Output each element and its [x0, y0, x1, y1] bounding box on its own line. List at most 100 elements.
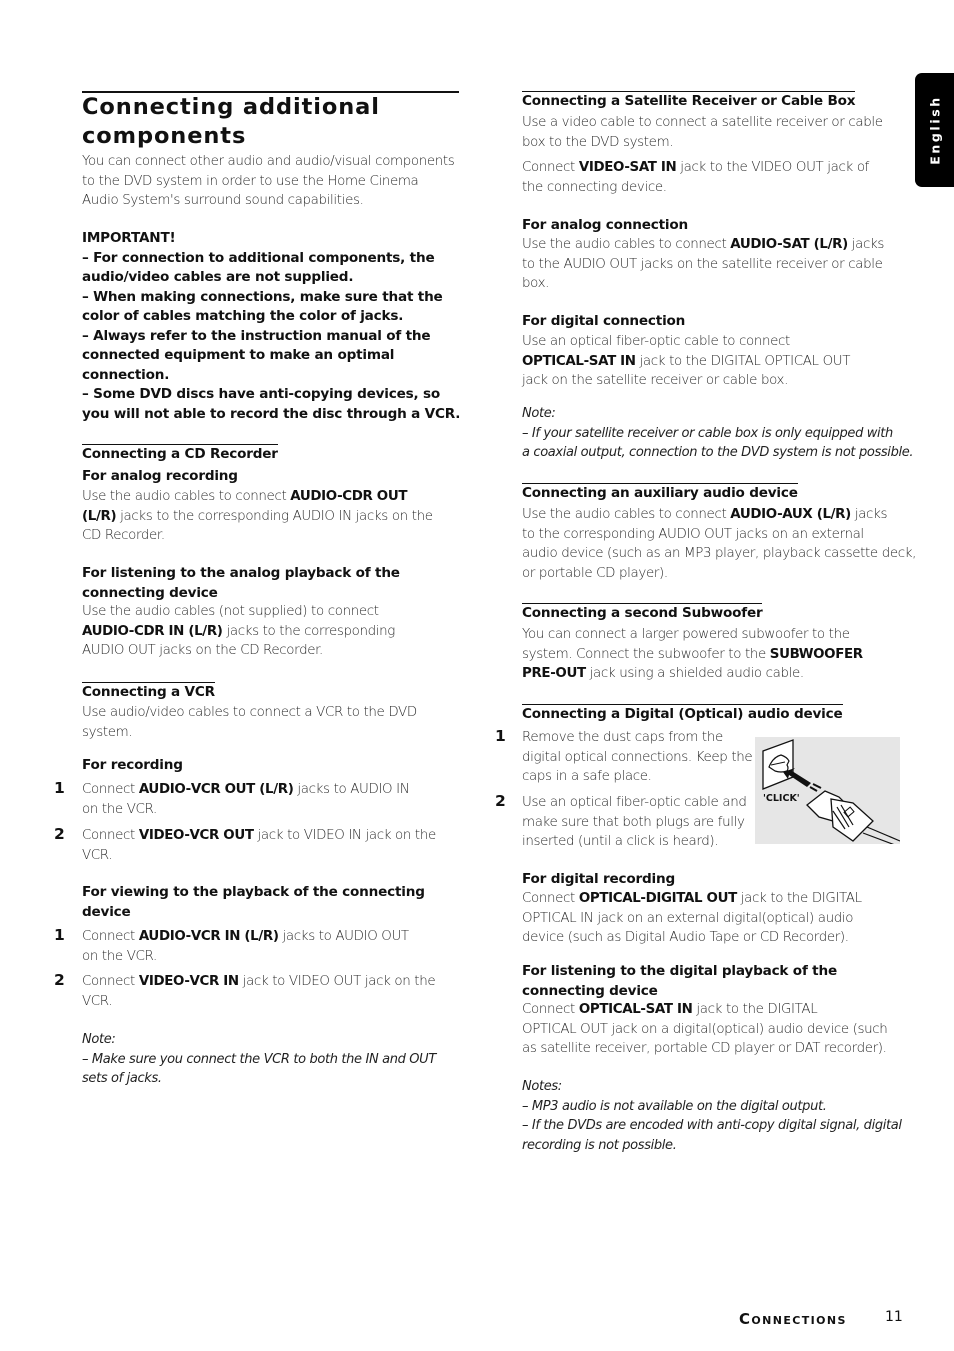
subheading-digital-recording: For digital recording: [522, 871, 675, 887]
satellite-analog: Use the audio cables to connect AUDIO-SA…: [522, 235, 884, 294]
important-line: you will not able to record the disc thr…: [82, 405, 461, 422]
jack-prefix: AUDIO-: [730, 237, 783, 252]
section-heading-cd-recorder: Connecting a CD Recorder: [82, 444, 278, 462]
subheading-digital-connection: For digital connection: [522, 313, 686, 329]
jack-prefix: AUDIO-: [138, 929, 191, 944]
jack-prefix: AUDIO-: [730, 507, 783, 522]
text: Remove the dust caps from the: [522, 730, 723, 745]
important-line: color of cables matching the color of ja…: [82, 308, 404, 324]
jack-prefix: VIDEO-: [578, 160, 630, 175]
important-line: connection.: [82, 366, 170, 383]
important-line: audio/video cables are not supplied.: [82, 269, 354, 285]
vcr-rec-step-1: Connect AUDIO-VCR OUT (L/R) jacks to AUD…: [82, 780, 410, 819]
vcr-intro: Use audio/video cables to connect a VCR …: [82, 703, 417, 742]
text: caps in a safe place.: [522, 769, 652, 784]
text: Use audio/video cables to connect a VCR …: [82, 705, 417, 720]
text: Connect: [522, 160, 579, 175]
text: VCR.: [82, 847, 113, 863]
text: digital optical connections. Keep the: [522, 749, 753, 765]
text: the connecting device.: [522, 179, 667, 195]
text: on the VCR.: [82, 801, 157, 817]
text: For listening to the analog playback of …: [82, 565, 400, 581]
important-line: connected equipment to make an optimal: [82, 347, 395, 363]
satellite-note: Note: – If your satellite receiver or ca…: [522, 404, 914, 463]
section-heading-subwoofer: Connecting a second Subwoofer: [522, 603, 763, 621]
note-label: Note:: [522, 406, 556, 421]
important-label: IMPORTANT!: [82, 230, 176, 246]
cd-listen-paragraph: Use the audio cables (not supplied) to c…: [82, 602, 395, 661]
click-label: 'CLICK': [763, 793, 800, 804]
text: system.: [82, 724, 133, 740]
satellite-digital: Use an optical fiber-optic cable to conn…: [522, 332, 850, 391]
optical-rec-paragraph: Connect OPTICAL-DIGITAL OUT jack to the …: [522, 889, 862, 948]
language-tab-label: English: [927, 95, 942, 165]
text: Connect: [522, 1002, 579, 1017]
step-number: 2: [54, 971, 65, 989]
subheading-analog-connection: For analog connection: [522, 217, 689, 233]
optical-plug-icon: [762, 739, 901, 846]
jack-name: SAT IN: [645, 1002, 693, 1017]
jack-name: DIGITAL OUT: [645, 891, 738, 906]
cd-recorder-section: Connecting a CD Recorder: [82, 443, 278, 463]
text: – If your satellite receiver or cable bo…: [522, 425, 893, 441]
text: jacks: [847, 237, 885, 252]
text: device (such as Digital Audio Tape or CD…: [522, 930, 849, 945]
optical-notes: Notes: – MP3 audio is not available on t…: [522, 1077, 902, 1155]
jack-prefix: OPTICAL-: [578, 1002, 646, 1017]
subheading-listening-analog: For listening to the analog playback of …: [82, 564, 400, 603]
text: jack on the satellite receiver or cable …: [522, 373, 789, 388]
text: Use an optical fiber-optic cable to conn…: [522, 334, 790, 349]
subheading-viewing-playback: For viewing to the playback of the conne…: [82, 883, 425, 922]
vcr-rec-step-2: Connect VIDEO-VCR OUT jack to VIDEO IN j…: [82, 826, 436, 865]
section-heading-aux: Connecting an auxiliary audio device: [522, 483, 798, 501]
text: Use a video cable to connect a satellite…: [522, 115, 883, 130]
page-number: 11: [885, 1309, 903, 1325]
text: to the corresponding AUDIO OUT jacks on …: [522, 526, 864, 542]
text: jack to the DIGITAL: [736, 891, 862, 906]
text: Connect: [82, 782, 139, 797]
step-number: 1: [54, 926, 65, 944]
jack-prefix: OPTICAL-: [522, 353, 589, 369]
jack-name: CDR OUT: [342, 489, 408, 504]
subheading-for-recording: For recording: [82, 757, 183, 773]
text: Use an optical fiber-optic cable and: [522, 795, 747, 810]
jack-prefix: AUDIO-: [82, 623, 135, 639]
page-title-line2: components: [82, 123, 247, 149]
jack-name: VCR OUT: [189, 828, 254, 843]
text: jacks to AUDIO IN: [293, 782, 410, 797]
text: AUDIO OUT jacks on the CD Recorder.: [82, 643, 323, 658]
jack-name: SAT IN: [629, 160, 677, 175]
intro-paragraph: You can connect other audio and audio/vi…: [82, 152, 455, 211]
text: jacks to AUDIO OUT: [278, 929, 410, 944]
text: Connect: [82, 974, 139, 989]
jack-name: VCR IN: [189, 974, 240, 989]
text: make sure that both plugs are fully: [522, 814, 745, 830]
text: For viewing to the playback of the conne…: [82, 884, 425, 900]
cd-analog-paragraph: Use the audio cables to connect AUDIO-CD…: [82, 487, 433, 546]
text: jack to the VIDEO OUT jack of: [676, 160, 870, 175]
intro-line: to the DVD system in order to use the Ho…: [82, 173, 419, 189]
important-line: – Always refer to the instruction manual…: [82, 327, 431, 344]
jack-prefix: OPTICAL-: [578, 891, 646, 906]
language-tab: English: [915, 73, 954, 187]
jack-name: PRE-OUT: [522, 666, 586, 681]
text: as satellite receiver, portable CD playe…: [522, 1041, 887, 1056]
text: Connect: [82, 828, 139, 843]
note-label: Note:: [82, 1032, 116, 1047]
text: device: [82, 903, 131, 920]
text: For listening to the digital playback of…: [522, 963, 837, 979]
text: jack to VIDEO OUT jack on the: [238, 974, 436, 989]
step-number: 1: [495, 727, 506, 745]
text: sets of jacks.: [82, 1071, 162, 1086]
text: Connect: [82, 929, 139, 944]
text: OPTICAL IN jack on an external digital(o…: [522, 910, 854, 926]
optical-step-2: Use an optical fiber-optic cable and mak…: [522, 793, 747, 852]
text: a coaxial output, connection to the DVD …: [522, 445, 914, 460]
satellite-intro: Use a video cable to connect a satellite…: [522, 113, 883, 152]
text: jacks: [850, 507, 888, 522]
vcr-view-step-1: Connect AUDIO-VCR IN (L/R) jacks to AUDI…: [82, 927, 409, 966]
vcr-note: Note: – Make sure you connect the VCR to…: [82, 1030, 436, 1089]
jack-prefix: VIDEO-: [138, 974, 190, 989]
jack-prefix: VIDEO-: [138, 828, 190, 843]
jack-name: VCR IN (L/R): [190, 929, 279, 944]
